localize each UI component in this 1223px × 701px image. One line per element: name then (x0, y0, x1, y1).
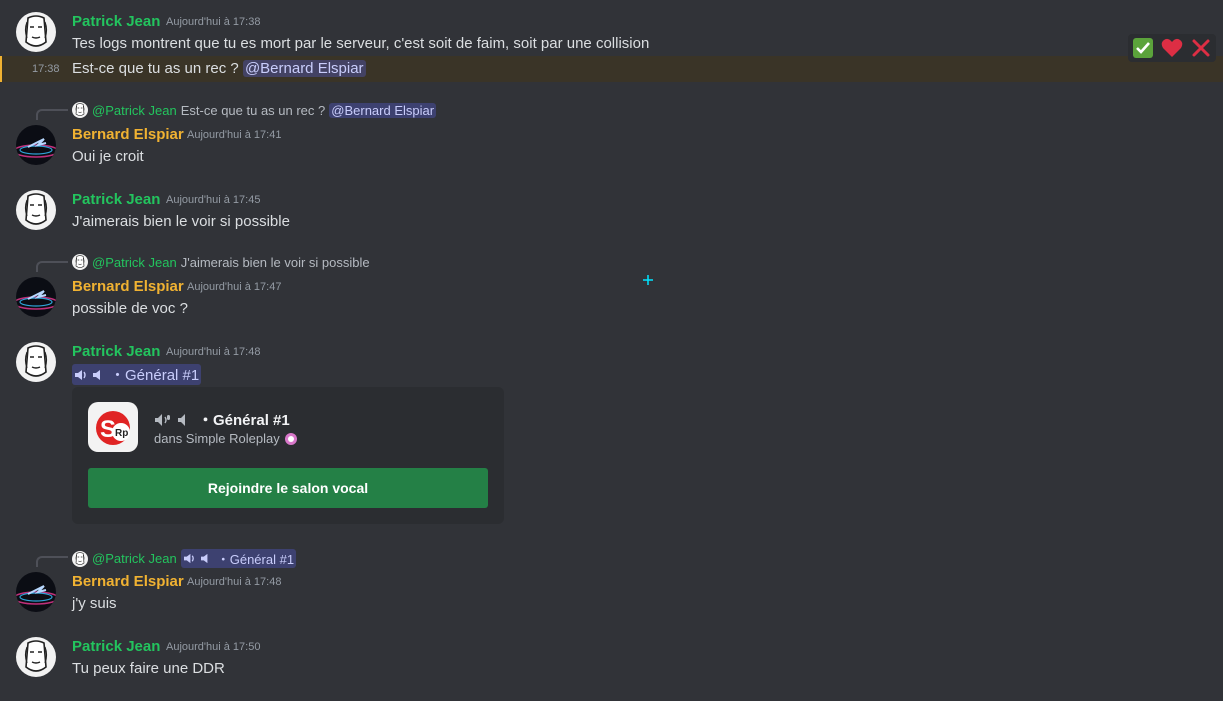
message-text: Est-ce que tu as un rec ? @Bernard Elspi… (72, 60, 366, 77)
message-timestamp: Aujourd'hui à 17:50 (166, 641, 261, 653)
message-timestamp: Aujourd'hui à 17:38 (166, 16, 261, 28)
svg-text:Rp: Rp (115, 428, 128, 439)
message-text: Tes logs montrent que tu es mort par le … (72, 35, 650, 52)
speaker-icon (200, 553, 208, 564)
message-timestamp: Aujourd'hui à 17:47 (187, 281, 282, 293)
author-name[interactable]: Bernard Elspiar (72, 126, 184, 143)
avatar[interactable] (16, 572, 56, 612)
message-timestamp: Aujourd'hui à 17:41 (187, 129, 282, 141)
avatar[interactable] (16, 342, 56, 382)
avatar (72, 551, 88, 567)
author-name[interactable]: Patrick Jean (72, 191, 160, 208)
user-mention[interactable]: @Bernard Elspiar (242, 60, 366, 77)
message-text: j'y suis (72, 595, 117, 612)
embed-channel-title: ・Général #1 (154, 409, 290, 430)
avatar[interactable] (16, 637, 56, 677)
channel-mention[interactable]: ・Général #1 (72, 364, 202, 385)
speaker-icon (178, 413, 185, 426)
avatar[interactable] (16, 277, 56, 317)
speaker-icon (155, 413, 170, 426)
author-name[interactable]: Patrick Jean (72, 638, 160, 655)
voice-channel-invite-embed: S Rp ・Général #1 dans Simple Roleplay Re… (72, 387, 504, 524)
embed-server-line: dans Simple Roleplay (154, 431, 298, 446)
avatar (72, 254, 88, 270)
heart-icon[interactable] (1161, 37, 1183, 59)
reply-preview[interactable]: @Patrick Jean ・Général #1 (72, 549, 297, 568)
reaction-toolbar (1128, 34, 1216, 62)
author-name[interactable]: Bernard Elspiar (72, 278, 184, 295)
speaker-icon (93, 369, 100, 380)
embed-channel-name: ・Général #1 (198, 412, 290, 429)
reply-connector (36, 109, 68, 120)
message-text: ・Général #1 (72, 364, 202, 385)
speaker-icon (75, 369, 86, 380)
channel-mention[interactable]: ・Général #1 (180, 549, 297, 568)
user-mention[interactable]: @Bernard Elspiar (329, 102, 437, 118)
mention-highlight-bar (0, 56, 2, 82)
join-voice-channel-button[interactable]: Rejoindre le salon vocal (88, 468, 488, 508)
message-text: J'aimerais bien le voir si possible (72, 213, 290, 230)
reply-preview[interactable]: @Patrick Jean J'aimerais bien le voir si… (72, 254, 370, 270)
message-timestamp: Aujourd'hui à 17:48 (166, 346, 261, 358)
author-name[interactable]: Patrick Jean (72, 13, 160, 30)
channel-mention-label: ・Général #1 (216, 552, 295, 567)
author-name[interactable]: Patrick Jean (72, 343, 160, 360)
speaker-icon (183, 553, 194, 564)
embed-server-text: dans Simple Roleplay (154, 431, 280, 446)
reply-author[interactable]: @Patrick Jean (92, 551, 177, 566)
reply-preview[interactable]: @Patrick Jean Est-ce que tu as un rec ? … (72, 102, 437, 118)
reply-connector (36, 556, 68, 567)
message-text: Tu peux faire une DDR (72, 660, 225, 677)
message-text-content: Est-ce que tu as un rec ? (72, 60, 239, 77)
avatar[interactable] (16, 125, 56, 165)
server-logo: S Rp (88, 402, 138, 452)
message-timestamp: 17:38 (32, 63, 60, 75)
message-text: possible de voc ? (72, 300, 188, 317)
message-text: Oui je croit (72, 148, 144, 165)
avatar (72, 102, 88, 118)
server-badge-icon (284, 432, 297, 445)
reply-text: J'aimerais bien le voir si possible (180, 254, 370, 270)
message-timestamp: Aujourd'hui à 17:48 (187, 576, 282, 588)
author-name[interactable]: Bernard Elspiar (72, 573, 184, 590)
cross-mark-icon[interactable] (1190, 37, 1212, 59)
crosshair-cursor-icon (642, 273, 654, 290)
avatar[interactable] (16, 12, 56, 52)
message-timestamp: Aujourd'hui à 17:45 (166, 194, 261, 206)
reply-text: Est-ce que tu as un rec ? (180, 102, 326, 118)
check-mark-icon[interactable] (1132, 37, 1154, 59)
reply-author[interactable]: @Patrick Jean (92, 255, 177, 270)
channel-mention-label: ・Général #1 (110, 367, 200, 384)
avatar[interactable] (16, 190, 56, 230)
reply-author[interactable]: @Patrick Jean (92, 103, 177, 118)
reply-connector (36, 261, 68, 272)
